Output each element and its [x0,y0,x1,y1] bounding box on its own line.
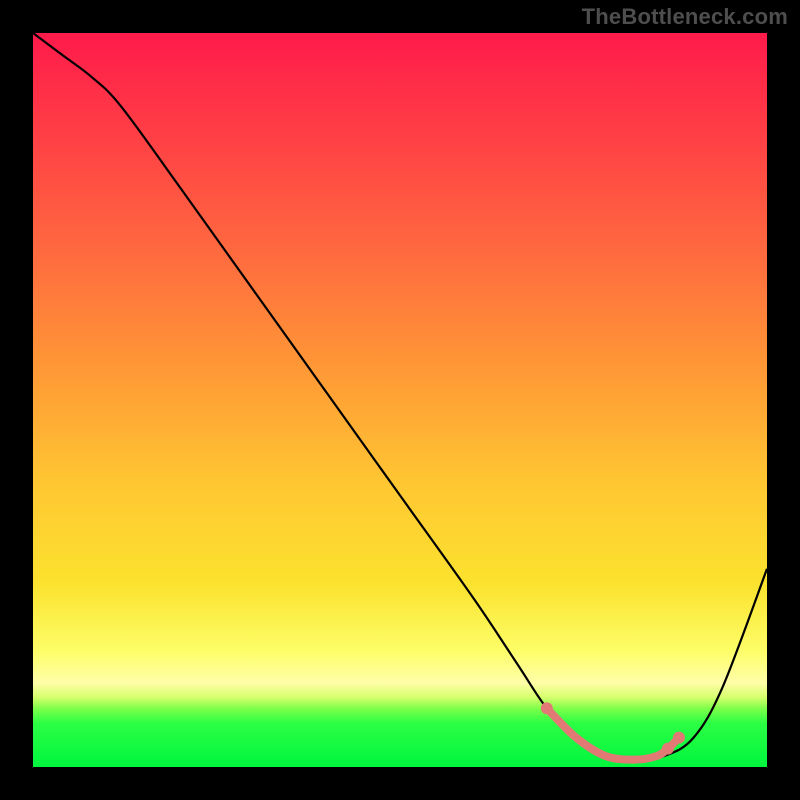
highlight-dot [673,732,685,744]
highlight-dot [541,702,553,714]
curve-line [33,33,767,760]
chart-frame: TheBottleneck.com [0,0,800,800]
watermark-text: TheBottleneck.com [582,4,788,30]
highlight-dot [662,743,674,755]
curve-highlight [547,708,679,759]
plot-area [33,33,767,767]
bottleneck-curve [33,33,767,767]
